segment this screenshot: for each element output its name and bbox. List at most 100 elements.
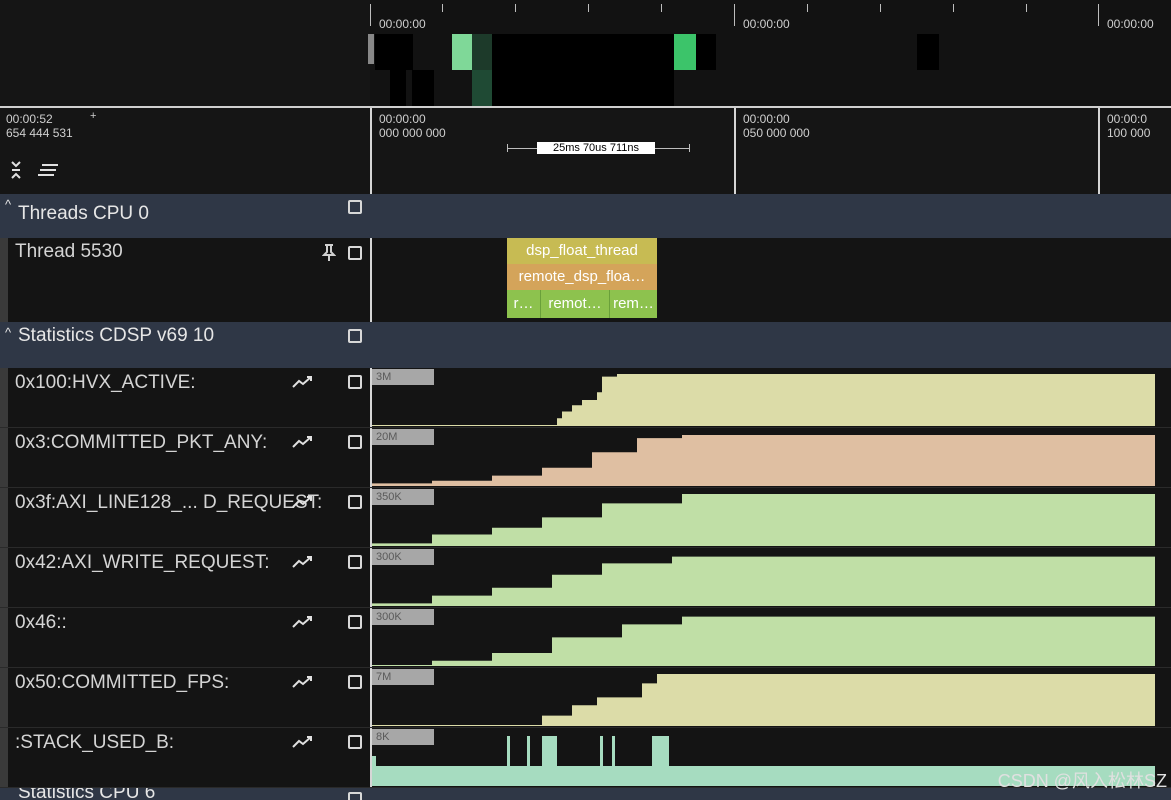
group-header-threads-cpu0[interactable]: ^ Threads CPU 0 bbox=[0, 194, 1171, 238]
overview-track[interactable]: 00:00:00 00:00:00 00:00:00 bbox=[368, 0, 1171, 106]
overview-activity-block bbox=[917, 34, 939, 70]
counter-row: 0x46:: 300K bbox=[0, 608, 1171, 668]
row-gutter bbox=[0, 238, 8, 322]
counter-spike bbox=[652, 736, 669, 768]
checkbox-icon[interactable] bbox=[348, 792, 362, 800]
line-chart-icon[interactable] bbox=[292, 555, 314, 569]
ruler-major-line bbox=[734, 108, 736, 194]
counter-area-chart bbox=[372, 434, 1155, 486]
line-chart-icon[interactable] bbox=[292, 435, 314, 449]
ruler-left-pane: 00:00:52 + 654 444 531 bbox=[0, 108, 370, 194]
line-chart-icon[interactable] bbox=[292, 495, 314, 509]
counter-row: 0x3f:AXI_LINE128_... D_REQUEST: 350K bbox=[0, 488, 1171, 548]
overview-minor-tick bbox=[1026, 4, 1027, 12]
thread-track[interactable] bbox=[372, 238, 1171, 322]
overview-major-tick bbox=[734, 4, 735, 26]
overview-minor-tick bbox=[807, 4, 808, 12]
counter-spike bbox=[600, 736, 603, 768]
counter-label: 0x46:: bbox=[15, 612, 67, 633]
slice-level2[interactable]: rem… bbox=[610, 290, 657, 318]
slice-level2[interactable]: r… bbox=[507, 290, 541, 318]
counter-label: 0x3:COMMITTED_PKT_ANY: bbox=[15, 432, 268, 453]
ruler-track[interactable]: 00:00:00 000 000 000 00:00:00 050 000 00… bbox=[370, 108, 1171, 194]
overview-time-label: 00:00:00 bbox=[379, 17, 426, 31]
counter-max-label: 300K bbox=[372, 549, 434, 565]
overview-activity-block bbox=[472, 34, 492, 70]
checkbox-icon[interactable] bbox=[348, 200, 362, 214]
counter-label: 0x42:AXI_WRITE_REQUEST: bbox=[15, 552, 270, 573]
row-gutter bbox=[0, 728, 8, 788]
overview-activity-block bbox=[452, 34, 472, 70]
counter-spike bbox=[542, 736, 557, 768]
counter-max-label: 8K bbox=[372, 729, 434, 745]
pin-icon[interactable] bbox=[321, 244, 337, 262]
slice-level2[interactable]: remot… bbox=[541, 290, 610, 318]
counter-row: 0x50:COMMITTED_FPS: 7M bbox=[0, 668, 1171, 728]
counter-row: 0x42:AXI_WRITE_REQUEST: 300K bbox=[0, 548, 1171, 608]
overview-time-label: 00:00:00 bbox=[743, 17, 790, 31]
overview-activity-block bbox=[390, 70, 406, 106]
ruler-tick-ns: 100 000 bbox=[1107, 126, 1151, 140]
overview-activity-block bbox=[492, 34, 674, 106]
ruler-major-line bbox=[1098, 108, 1100, 194]
counter-max-label: 350K bbox=[372, 489, 434, 505]
collapse-caret-icon[interactable]: ^ bbox=[5, 325, 11, 340]
counter-baseline bbox=[372, 665, 1155, 666]
group-header-statistics-cdsp[interactable]: ^ Statistics CDSP v69 10 bbox=[0, 322, 1171, 368]
overview-time-label: 00:00:00 bbox=[1107, 17, 1154, 31]
counter-label: 0x3f:AXI_LINE128_... D_REQUEST: bbox=[15, 492, 323, 513]
overview-minor-tick bbox=[953, 4, 954, 12]
overview-major-tick bbox=[370, 4, 371, 26]
group-title: Statistics CPU 6 bbox=[18, 788, 156, 800]
row-gutter bbox=[0, 368, 8, 428]
counter-area bbox=[372, 674, 1155, 726]
group-header-statistics-cpu6[interactable]: Statistics CPU 6 bbox=[0, 788, 1171, 800]
overview-minor-tick bbox=[588, 4, 589, 12]
slice-dsp-float-thread[interactable]: dsp_float_thread bbox=[507, 238, 657, 264]
zoom-span-label: 25ms 70us 711ns bbox=[537, 142, 655, 154]
line-chart-icon[interactable] bbox=[292, 615, 314, 629]
overview-activity-block bbox=[375, 34, 413, 70]
collapse-caret-icon[interactable]: ^ bbox=[5, 197, 11, 212]
counter-spike bbox=[612, 736, 615, 768]
ruler-tick-time: 00:00:0 bbox=[1107, 112, 1148, 126]
checkbox-icon[interactable] bbox=[348, 495, 362, 509]
line-chart-icon[interactable] bbox=[292, 675, 314, 689]
checkbox-icon[interactable] bbox=[348, 329, 362, 343]
counter-area bbox=[372, 434, 1155, 486]
checkbox-icon[interactable] bbox=[348, 675, 362, 689]
cursor-ns: 654 444 531 bbox=[6, 126, 73, 140]
counter-area-chart bbox=[372, 674, 1155, 726]
zoom-span-cap bbox=[507, 144, 508, 152]
timeline-overview[interactable]: 00:00:00 00:00:00 00:00:00 bbox=[0, 0, 1171, 106]
group-title: Statistics CDSP v69 10 bbox=[18, 325, 215, 346]
watermark: CSDN @风入松林SZ bbox=[997, 771, 1167, 791]
checkbox-icon[interactable] bbox=[348, 375, 362, 389]
row-gutter bbox=[0, 548, 8, 608]
counter-baseline bbox=[372, 725, 1155, 726]
overview-activity-block bbox=[412, 70, 434, 106]
checkbox-icon[interactable] bbox=[348, 555, 362, 569]
counter-spike bbox=[507, 736, 510, 768]
pane-separator bbox=[370, 238, 372, 322]
counter-baseline bbox=[372, 425, 1155, 426]
overview-minor-tick bbox=[661, 4, 662, 12]
counter-max-label: 3M bbox=[372, 369, 434, 385]
counter-max-label: 20M bbox=[372, 429, 434, 445]
checkbox-icon[interactable] bbox=[348, 615, 362, 629]
counter-max-label: 300K bbox=[372, 609, 434, 625]
checkbox-icon[interactable] bbox=[348, 435, 362, 449]
line-chart-icon[interactable] bbox=[292, 735, 314, 749]
checkbox-icon[interactable] bbox=[348, 735, 362, 749]
cursor-time: 00:00:52 bbox=[6, 112, 53, 126]
checkbox-icon[interactable] bbox=[348, 246, 362, 260]
ruler-tick-time: 00:00:00 bbox=[743, 112, 790, 126]
overview-left-pane bbox=[0, 0, 370, 106]
expand-collapse-icon[interactable] bbox=[9, 160, 23, 180]
counter-label: :STACK_USED_B: bbox=[15, 732, 175, 753]
slice-remote-dsp-float[interactable]: remote_dsp_floa… bbox=[507, 264, 657, 290]
counter-area bbox=[372, 374, 1155, 426]
list-menu-icon[interactable] bbox=[38, 163, 60, 177]
counter-area-chart bbox=[372, 554, 1155, 606]
line-chart-icon[interactable] bbox=[292, 375, 314, 389]
